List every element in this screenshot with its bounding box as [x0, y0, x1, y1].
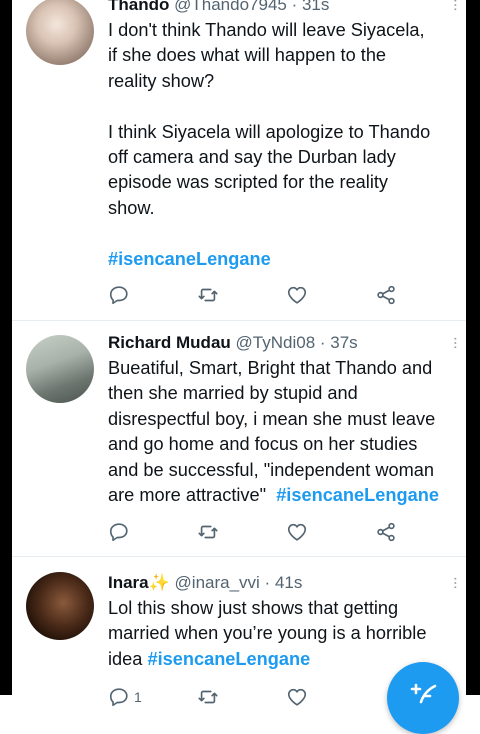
more-icon[interactable]: ···	[447, 576, 464, 589]
compose-icon	[410, 683, 437, 704]
avatar[interactable]	[26, 335, 94, 403]
more-icon[interactable]: ···	[447, 0, 464, 11]
tweet-actions	[108, 520, 428, 544]
reply-button[interactable]	[108, 283, 130, 307]
handle-time: @Thando7945 · 31s	[174, 0, 330, 14]
tweet-text: I don't think Thando will leave Siyacela…	[108, 20, 431, 269]
tweet-header: Inara✨ @inara_vvi · 41s	[108, 572, 458, 594]
share-button[interactable]	[375, 520, 397, 544]
tweet-text: Lol this show just shows that getting ma…	[108, 598, 427, 669]
handle-time: @TyNdi08 · 37s	[235, 333, 358, 352]
retweet-icon	[198, 690, 218, 704]
reply-count: 1	[134, 689, 142, 705]
hashtag-link[interactable]: #isencaneLengane	[276, 485, 439, 505]
display-name[interactable]: Thando	[108, 0, 169, 14]
share-icon	[377, 522, 395, 542]
more-icon[interactable]: ···	[447, 336, 464, 349]
retweet-icon	[198, 288, 218, 302]
like-button[interactable]	[286, 685, 308, 709]
share-icon	[377, 285, 395, 305]
share-button[interactable]	[375, 283, 397, 307]
like-button[interactable]	[286, 283, 308, 307]
display-name[interactable]: Inara	[108, 573, 149, 592]
avatar[interactable]	[26, 0, 94, 65]
retweet-button[interactable]	[197, 283, 219, 307]
compose-button[interactable]	[387, 662, 459, 734]
like-icon	[287, 286, 307, 304]
retweet-icon	[198, 525, 218, 539]
tweet-text: Bueatiful, Smart, Bright that Thando and…	[108, 358, 439, 506]
tweet[interactable]: Thando @Thando7945 · 31s ··· I don't thi…	[12, 0, 466, 320]
tweet-actions: 1	[108, 685, 428, 709]
hashtag-link[interactable]: #isencaneLengane	[108, 249, 271, 269]
tweet-header: Thando @Thando7945 · 31s	[108, 0, 458, 16]
handle-time: @inara_vvi · 41s	[174, 573, 303, 592]
like-icon	[287, 523, 307, 541]
avatar[interactable]	[26, 572, 94, 640]
screen-edge-right	[466, 0, 480, 695]
display-name[interactable]: Richard Mudau	[108, 333, 231, 352]
tweet-actions	[108, 283, 428, 307]
hashtag-link[interactable]: #isencaneLengane	[147, 649, 310, 669]
screen-edge-left	[0, 0, 12, 695]
reply-button[interactable]: 1	[108, 685, 142, 709]
tweet[interactable]: Richard Mudau @TyNdi08 · 37s ··· Bueatif…	[12, 321, 466, 556]
timeline: Thando @Thando7945 · 31s ··· I don't thi…	[12, 0, 466, 734]
reply-icon	[109, 688, 128, 707]
like-icon	[287, 688, 307, 706]
reply-button[interactable]	[108, 520, 130, 544]
retweet-button[interactable]	[197, 685, 219, 709]
tweet-header: Richard Mudau @TyNdi08 · 37s	[108, 332, 458, 354]
reply-icon	[109, 523, 128, 542]
retweet-button[interactable]	[197, 520, 219, 544]
like-button[interactable]	[286, 520, 308, 544]
sparkles-icon: ✨	[148, 573, 170, 592]
reply-icon	[109, 286, 128, 305]
